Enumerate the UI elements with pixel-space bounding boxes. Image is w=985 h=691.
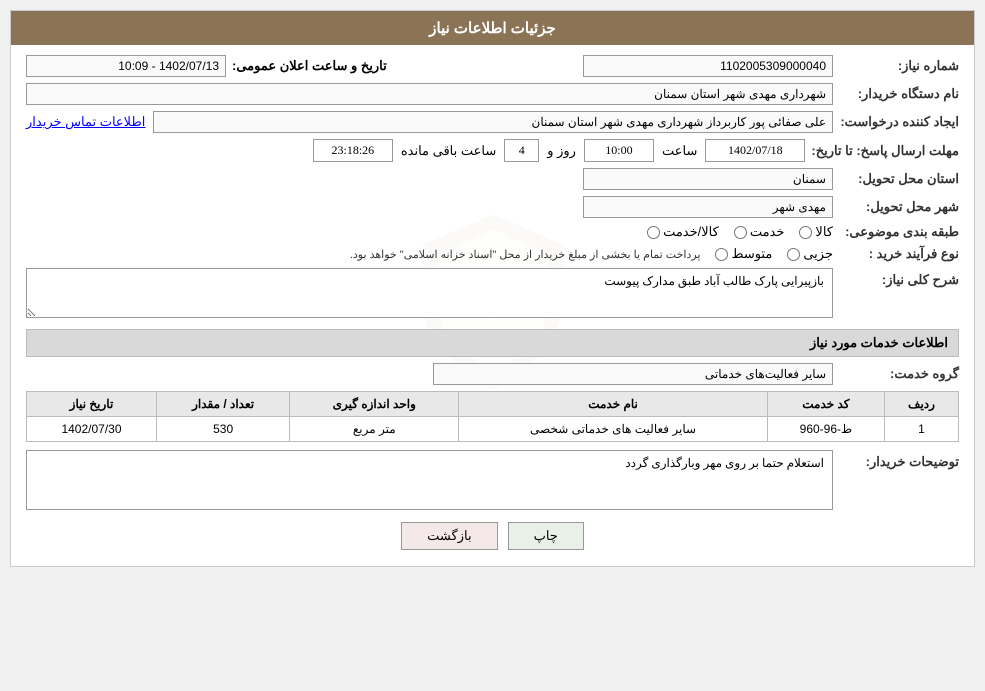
deadline-day-label: روز و (547, 143, 576, 159)
need-number-row: شماره نیاز: تاریخ و ساعت اعلان عمومی: (26, 55, 959, 77)
deadline-remaining-input[interactable] (313, 139, 393, 162)
deadline-time-label: ساعت (662, 143, 697, 159)
table-row: 1ط-96-960سایر فعالیت های خدماتی شخصیمتر … (27, 417, 959, 442)
city-row: شهر محل تحویل: (26, 196, 959, 218)
province-input[interactable] (583, 168, 833, 190)
purchase-jozei-label: جزیی (803, 246, 833, 262)
buyer-notes-label: توضیحات خریدار: (839, 450, 959, 470)
need-number-label: شماره نیاز: (839, 58, 959, 74)
page-title: جزئیات اطلاعات نیاز (11, 11, 974, 45)
service-group-label: گروه خدمت: (839, 366, 959, 382)
announce-date-input[interactable] (26, 55, 226, 77)
deadline-date-input[interactable] (705, 139, 805, 162)
contact-link[interactable]: اطلاعات تماس خریدار (26, 114, 145, 130)
deadline-remaining-label: ساعت باقی مانده (401, 143, 496, 159)
deadline-label: مهلت ارسال پاسخ: تا تاریخ: (811, 143, 959, 159)
col-name: نام خدمت (459, 392, 768, 417)
purchase-motavasset-radio[interactable] (715, 248, 728, 261)
col-radif: ردیف (884, 392, 958, 417)
footer-buttons: چاپ بازگشت (26, 522, 959, 550)
category-row: طبقه بندی موضوعی: کالا خدمت کالا/خدمت (26, 224, 959, 240)
deadline-days-input[interactable] (504, 139, 539, 162)
deadline-row: مهلت ارسال پاسخ: تا تاریخ: ساعت روز و سا… (26, 139, 959, 162)
deadline-time-input[interactable] (584, 139, 654, 162)
category-khadamat-radio[interactable] (734, 226, 747, 239)
col-date: تاریخ نیاز (27, 392, 157, 417)
col-count: تعداد / مقدار (156, 392, 289, 417)
province-label: استان محل تحویل: (839, 171, 959, 187)
category-kala[interactable]: کالا (799, 224, 833, 240)
creator-input[interactable] (153, 111, 833, 133)
category-kala-radio[interactable] (799, 226, 812, 239)
cell-count: 530 (156, 417, 289, 442)
announce-label: تاریخ و ساعت اعلان عمومی: (232, 58, 387, 74)
cell-measure: متر مربع (290, 417, 459, 442)
creator-label: ایجاد کننده درخواست: (839, 114, 959, 130)
category-kala-khadamat-radio[interactable] (647, 226, 660, 239)
category-khadamat[interactable]: خدمت (734, 224, 785, 240)
category-kala-khadamat[interactable]: کالا/خدمت (647, 224, 719, 240)
purchase-type-row: نوع فرآیند خرید : جزیی متوسط (26, 246, 959, 262)
service-group-input[interactable] (433, 363, 833, 385)
description-label: شرح کلی نیاز: (839, 268, 959, 288)
category-label: طبقه بندی موضوعی: (839, 224, 959, 240)
purchase-motavasset[interactable]: متوسط (715, 246, 772, 262)
services-table: ردیف کد خدمت نام خدمت واحد اندازه گیری ت… (26, 391, 959, 442)
service-group-row: گروه خدمت: (26, 363, 959, 385)
description-textarea[interactable]: بازپیرایی پارک طالب آباد طبق مدارک پیوست (26, 268, 833, 318)
cell-radif: 1 (884, 417, 958, 442)
buyer-input[interactable] (26, 83, 833, 105)
print-button[interactable]: چاپ (508, 522, 584, 550)
services-section-title: اطلاعات خدمات مورد نیاز (26, 329, 959, 357)
category-kala-khadamat-label: کالا/خدمت (663, 224, 719, 240)
buyer-notes-row: توضیحات خریدار: استعلام حتما بر روی مهر … (26, 450, 959, 510)
back-button[interactable]: بازگشت (401, 522, 497, 550)
need-number-input[interactable] (583, 55, 833, 77)
col-measure: واحد اندازه گیری (290, 392, 459, 417)
col-code: کد خدمت (767, 392, 884, 417)
purchase-jozei-radio[interactable] (787, 248, 800, 261)
cell-date: 1402/07/30 (27, 417, 157, 442)
buyer-row: نام دستگاه خریدار: (26, 83, 959, 105)
cell-code: ط-96-960 (767, 417, 884, 442)
purchase-type-radio-group: جزیی متوسط (715, 246, 833, 262)
category-radio-group: کالا خدمت کالا/خدمت (647, 224, 833, 240)
purchase-motavasset-label: متوسط (731, 246, 772, 262)
buyer-label: نام دستگاه خریدار: (839, 86, 959, 102)
purchase-note: پرداخت تمام یا بخشی از مبلغ خریدار از مح… (350, 248, 701, 261)
description-row: شرح کلی نیاز: بازپیرایی پارک طالب آباد ط… (26, 268, 959, 321)
category-khadamat-label: خدمت (750, 224, 785, 240)
purchase-jozei[interactable]: جزیی (787, 246, 833, 262)
creator-row: ایجاد کننده درخواست: اطلاعات تماس خریدار (26, 111, 959, 133)
buyer-notes-box: استعلام حتما بر روی مهر وبارگذاری گردد (26, 450, 833, 510)
city-input[interactable] (583, 196, 833, 218)
city-label: شهر محل تحویل: (839, 199, 959, 215)
province-row: استان محل تحویل: (26, 168, 959, 190)
category-kala-label: کالا (815, 224, 833, 240)
purchase-type-label: نوع فرآیند خرید : (839, 246, 959, 262)
cell-name: سایر فعالیت های خدماتی شخصی (459, 417, 768, 442)
